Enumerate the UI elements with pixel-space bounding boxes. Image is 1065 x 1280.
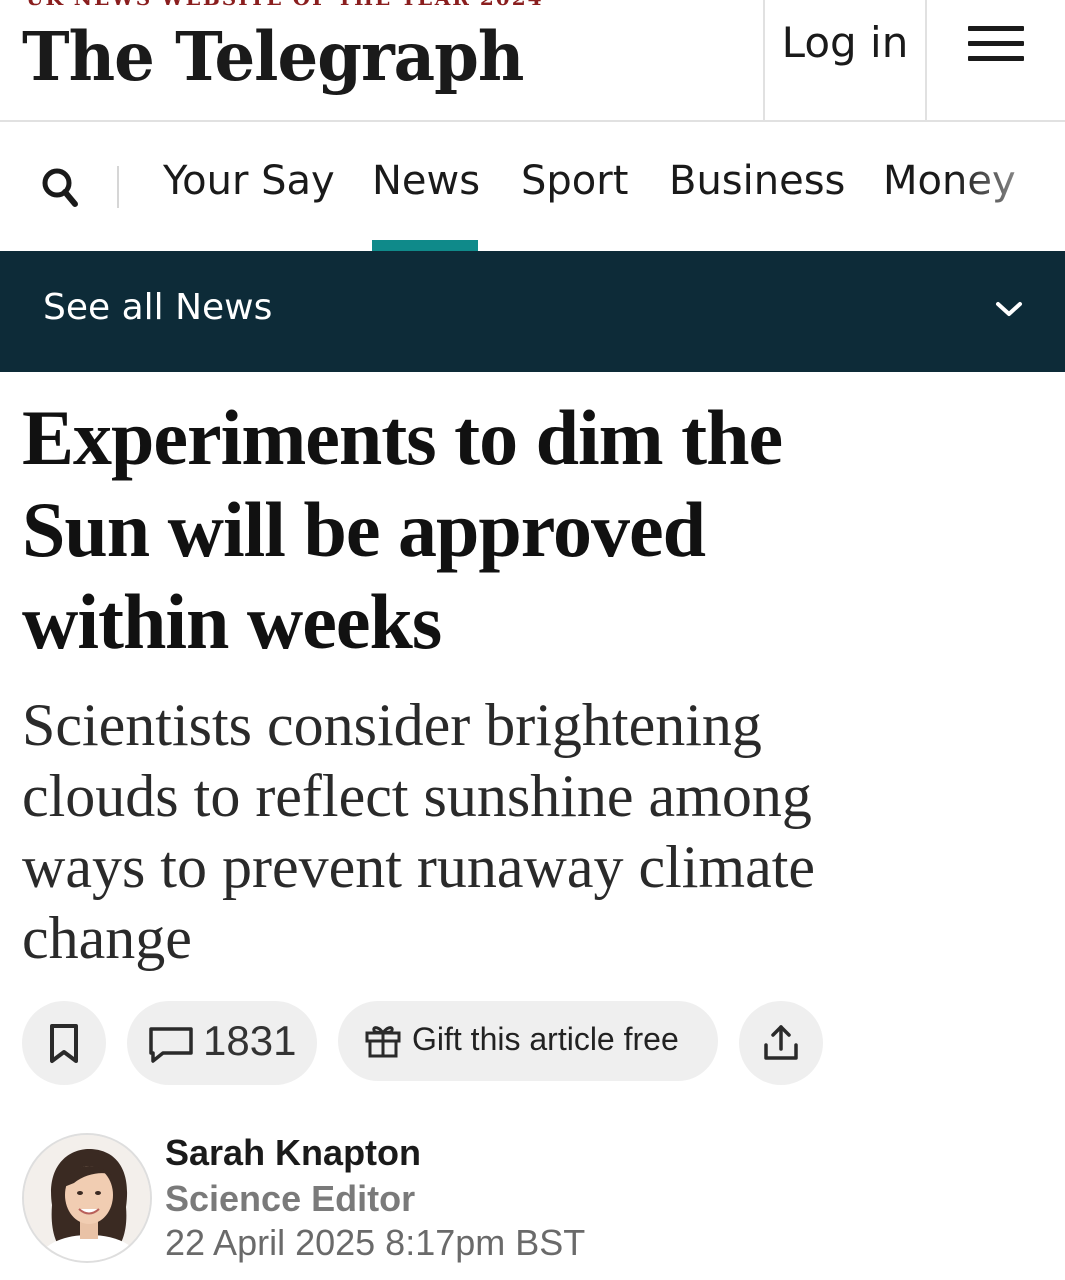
share-icon bbox=[764, 1025, 798, 1060]
article-standfirst: Scientists consider brightening clouds t… bbox=[22, 690, 942, 974]
standfirst-line: clouds to reflect sunshine among bbox=[22, 763, 812, 829]
search-icon[interactable] bbox=[40, 164, 80, 210]
author-role: Science Editor bbox=[165, 1178, 416, 1219]
nav-item-business[interactable]: Business bbox=[669, 158, 845, 204]
hamburger-menu-icon[interactable] bbox=[968, 22, 1024, 66]
standfirst-line: Scientists consider brightening bbox=[22, 692, 762, 758]
section-dropdown[interactable]: See all News bbox=[0, 251, 1065, 372]
comment-count: 1831 bbox=[203, 1017, 297, 1064]
nav-divider bbox=[117, 166, 119, 208]
chevron-down-icon bbox=[996, 302, 1022, 316]
nav-item-news[interactable]: News bbox=[372, 158, 480, 204]
primary-nav: Your Say News Sport Business Money bbox=[0, 124, 1065, 251]
headline-line: Experiments to dim the bbox=[22, 394, 783, 481]
publish-date: 22 April 2025 8:17pm BST bbox=[165, 1222, 586, 1263]
comment-icon bbox=[149, 1027, 193, 1063]
standfirst-line: ways to prevent runaway climate bbox=[22, 834, 816, 900]
site-header: UK NEWS WEBSITE OF THE YEAR 2024 The Tel… bbox=[0, 0, 1065, 122]
author-name[interactable]: Sarah Knapton bbox=[165, 1132, 421, 1174]
save-article-button[interactable] bbox=[22, 1001, 106, 1085]
nav-scroll-fade bbox=[955, 124, 1065, 251]
standfirst-line: change bbox=[22, 905, 192, 971]
gift-icon bbox=[365, 1026, 401, 1058]
award-strip: UK NEWS WEBSITE OF THE YEAR 2024 bbox=[26, 0, 544, 10]
telegraph-logo[interactable]: The Telegraph bbox=[22, 18, 524, 97]
headline-line: Sun will be approved bbox=[22, 486, 706, 573]
nav-active-indicator bbox=[372, 240, 478, 251]
comments-button[interactable]: 1831 bbox=[127, 1001, 317, 1085]
author-avatar[interactable] bbox=[22, 1133, 152, 1263]
share-button[interactable] bbox=[739, 1001, 823, 1085]
gift-article-label: Gift this article free bbox=[412, 1021, 679, 1057]
bookmark-icon bbox=[50, 1024, 78, 1063]
author-portrait-image bbox=[24, 1135, 150, 1261]
nav-item-your-say[interactable]: Your Say bbox=[163, 158, 335, 204]
headline-line: within weeks bbox=[22, 578, 442, 665]
section-dropdown-label: See all News bbox=[43, 287, 273, 328]
login-button[interactable]: Log in bbox=[763, 0, 927, 122]
gift-article-button[interactable]: Gift this article free bbox=[338, 1001, 718, 1081]
article-headline: Experiments to dim the Sun will be appro… bbox=[22, 392, 982, 668]
nav-item-sport[interactable]: Sport bbox=[521, 158, 628, 204]
